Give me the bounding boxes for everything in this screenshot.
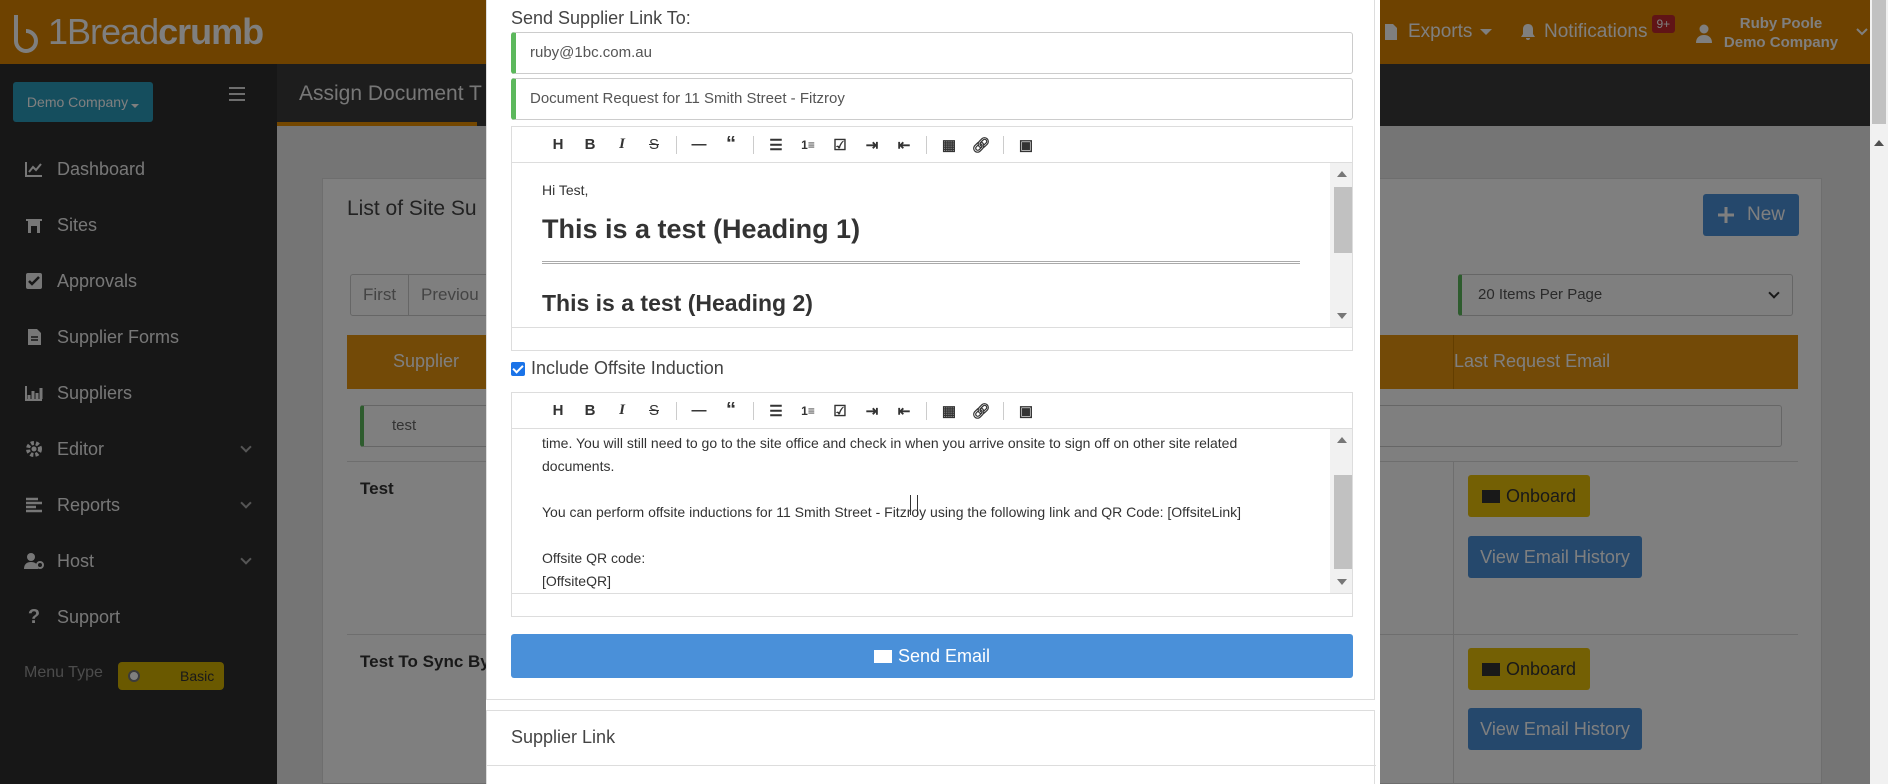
editor-scrollbar[interactable] bbox=[1330, 163, 1352, 327]
horizontal-rule-icon[interactable]: — bbox=[683, 133, 715, 157]
induction-text-line: time. You will still need to go to the s… bbox=[542, 435, 1238, 451]
send-link-card: Send Supplier Link To: ruby@1bc.com.au D… bbox=[486, 0, 1375, 700]
supplier-link-title: Supplier Link bbox=[511, 727, 616, 747]
quote-icon[interactable]: “ bbox=[715, 133, 747, 157]
text-cursor-icon bbox=[910, 495, 918, 515]
scroll-up-icon[interactable] bbox=[1337, 437, 1347, 443]
link-icon[interactable]: 🔗︎ bbox=[965, 133, 997, 157]
include-offsite-induction-checkbox[interactable]: Include Offsite Induction bbox=[511, 358, 724, 379]
toolbar-separator bbox=[753, 135, 754, 154]
email-field[interactable]: ruby@1bc.com.au bbox=[511, 32, 1353, 74]
app-root: 1Breadcrumb Exports Notifications 9+ Rub… bbox=[0, 0, 1888, 784]
bold-icon[interactable]: B bbox=[574, 133, 606, 157]
envelope-icon bbox=[873, 649, 892, 663]
table-icon[interactable]: ▦ bbox=[933, 399, 965, 423]
strikethrough-icon[interactable]: S bbox=[638, 399, 670, 423]
induction-editor[interactable]: H B I S — “ ☰ 1≡ ☑ ⇥ ⇤ ▦ 🔗︎ ▣ time. You … bbox=[511, 392, 1353, 617]
send-email-label: Send Email bbox=[897, 645, 991, 666]
toolbar-separator bbox=[926, 401, 927, 420]
page-scrollbar[interactable] bbox=[1870, 0, 1888, 784]
editor-toolbar: H B I S — “ ☰ 1≡ ☑ ⇥ ⇤ ▦ 🔗︎ ▣ bbox=[512, 393, 1352, 429]
bullet-list-icon[interactable]: ☰ bbox=[760, 133, 792, 157]
toolbar-separator bbox=[676, 401, 677, 420]
editor-footer-divider bbox=[512, 327, 1352, 328]
heading-icon[interactable]: H bbox=[542, 399, 574, 423]
editor-scrollbar[interactable] bbox=[1330, 429, 1352, 593]
bullet-list-icon[interactable]: ☰ bbox=[760, 399, 792, 423]
scrollbar-thumb[interactable] bbox=[1334, 187, 1352, 253]
task-list-icon[interactable]: ☑ bbox=[824, 133, 856, 157]
table-icon[interactable]: ▦ bbox=[933, 133, 965, 157]
heading-1-text: This is a test (Heading 1) bbox=[542, 214, 861, 244]
scrollbar-thumb[interactable] bbox=[1334, 475, 1352, 569]
send-email-button[interactable]: Send Email bbox=[511, 634, 1353, 678]
scroll-down-icon[interactable] bbox=[1337, 313, 1347, 319]
horizontal-rule bbox=[542, 261, 1300, 264]
checkbox-checked-icon[interactable] bbox=[511, 361, 525, 376]
email-body-editor[interactable]: H B I S — “ ☰ 1≡ ☑ ⇥ ⇤ ▦ 🔗︎ ▣ Hi Test, T… bbox=[511, 126, 1353, 351]
scrollbar-thumb[interactable] bbox=[1872, 0, 1886, 124]
editor-footer-divider bbox=[512, 593, 1352, 594]
toolbar-separator bbox=[926, 135, 927, 154]
quote-icon[interactable]: “ bbox=[715, 399, 747, 423]
heading-icon[interactable]: H bbox=[542, 133, 574, 157]
induction-text-line: documents. bbox=[542, 458, 615, 474]
send-to-label: Send Supplier Link To: bbox=[511, 8, 691, 28]
send-supplier-link-modal: Send Supplier Link To: ruby@1bc.com.au D… bbox=[486, 0, 1380, 784]
horizontal-rule-icon[interactable]: — bbox=[683, 399, 715, 423]
scroll-up-icon[interactable] bbox=[1874, 140, 1884, 146]
ordered-list-icon[interactable]: 1≡ bbox=[792, 133, 824, 157]
heading-2-text: This is a test (Heading 2) bbox=[542, 290, 813, 316]
greeting-text: Hi Test, bbox=[542, 182, 589, 198]
subject-field[interactable]: Document Request for 11 Smith Street - F… bbox=[511, 78, 1353, 120]
toolbar-separator bbox=[1003, 401, 1004, 420]
indent-icon[interactable]: ⇥ bbox=[856, 133, 888, 157]
image-icon[interactable]: ▣ bbox=[1010, 399, 1042, 423]
toolbar-separator bbox=[753, 401, 754, 420]
scroll-down-icon[interactable] bbox=[1337, 579, 1347, 585]
editor-content[interactable]: Hi Test, This is a test (Heading 1) This… bbox=[512, 163, 1330, 327]
indent-icon[interactable]: ⇥ bbox=[856, 399, 888, 423]
link-icon[interactable]: 🔗︎ bbox=[965, 399, 997, 423]
include-offsite-induction-label: Include Offsite Induction bbox=[531, 358, 724, 378]
induction-text-line: You can perform offsite inductions for 1… bbox=[542, 504, 1242, 520]
strikethrough-icon[interactable]: S bbox=[638, 133, 670, 157]
outdent-icon[interactable]: ⇤ bbox=[888, 399, 920, 423]
outdent-icon[interactable]: ⇤ bbox=[888, 133, 920, 157]
ordered-list-icon[interactable]: 1≡ bbox=[792, 399, 824, 423]
supplier-link-card: Supplier Link bbox=[486, 710, 1376, 784]
card-divider bbox=[487, 765, 1376, 766]
bold-icon[interactable]: B bbox=[574, 399, 606, 423]
italic-icon[interactable]: I bbox=[606, 133, 638, 157]
editor-toolbar: H B I S — “ ☰ 1≡ ☑ ⇥ ⇤ ▦ 🔗︎ ▣ bbox=[512, 127, 1352, 163]
image-icon[interactable]: ▣ bbox=[1010, 133, 1042, 157]
toolbar-separator bbox=[676, 135, 677, 154]
induction-text-line: Offsite QR code: bbox=[542, 550, 646, 566]
task-list-icon[interactable]: ☑ bbox=[824, 399, 856, 423]
editor-content[interactable]: time. You will still need to go to the s… bbox=[512, 429, 1330, 593]
induction-text-line: [OffsiteQR] bbox=[542, 573, 611, 589]
italic-icon[interactable]: I bbox=[606, 399, 638, 423]
scroll-up-icon[interactable] bbox=[1337, 171, 1347, 177]
toolbar-separator bbox=[1003, 135, 1004, 154]
